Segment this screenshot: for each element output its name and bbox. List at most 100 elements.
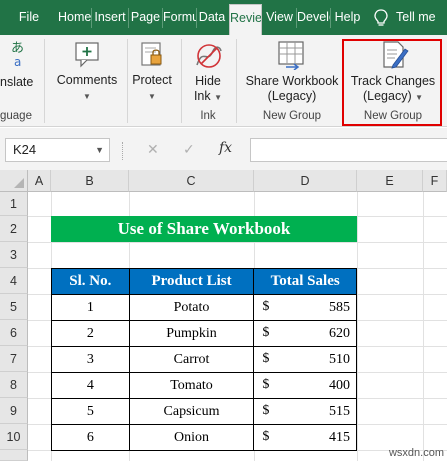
tab-page-layout[interactable]: Page xyxy=(129,0,162,35)
enter-icon[interactable]: ✓ xyxy=(183,141,195,158)
data-table: Sl. No. Product List Total Sales 1 Potat… xyxy=(51,268,357,451)
group-divider xyxy=(44,39,45,123)
cell-sl-no[interactable]: 2 xyxy=(51,320,130,347)
row-header-9[interactable]: 9 xyxy=(0,398,28,424)
currency-symbol: $ xyxy=(262,377,270,392)
formula-input[interactable] xyxy=(250,138,447,162)
tab-help[interactable]: Help xyxy=(331,0,364,35)
cell-sl-no[interactable]: 5 xyxy=(51,398,130,425)
cell-total-sales[interactable]: $585 xyxy=(253,294,357,321)
sheet-title-cell[interactable]: Use of Share Workbook xyxy=(51,216,357,242)
cell-total-sales[interactable]: $510 xyxy=(253,346,357,373)
sales-value: 585 xyxy=(329,299,350,315)
comments-label: Comments xyxy=(56,73,118,87)
row-header-2[interactable]: 2 xyxy=(0,216,28,242)
hide-ink-label-2: Ink xyxy=(193,89,211,103)
currency-symbol: $ xyxy=(262,429,270,444)
protect-icon xyxy=(141,42,162,66)
row-header-11[interactable] xyxy=(0,450,28,461)
cell-product[interactable]: Tomato xyxy=(128,372,255,399)
cell-sl-no[interactable]: 4 xyxy=(51,372,130,399)
cell-sl-no[interactable]: 6 xyxy=(51,424,130,451)
tab-insert[interactable]: Insert xyxy=(92,0,128,35)
table-row: 6 Onion $415 xyxy=(51,424,357,451)
sales-value: 515 xyxy=(329,403,350,419)
lightbulb-icon[interactable] xyxy=(374,9,388,27)
column-header-f[interactable]: F xyxy=(423,170,447,192)
watermark: wsxdn.com xyxy=(388,447,444,459)
column-header-a[interactable]: A xyxy=(28,170,51,192)
protect-button[interactable]: Protect ▼ xyxy=(128,73,176,104)
gridline xyxy=(357,192,358,461)
gridline xyxy=(423,192,424,461)
cell-total-sales[interactable]: $620 xyxy=(253,320,357,347)
row-header-1[interactable]: 1 xyxy=(0,192,28,216)
formula-bar: K24 ▼ ✕ ✓ fx xyxy=(0,128,447,170)
cell-product[interactable]: Carrot xyxy=(128,346,255,373)
comment-icon xyxy=(75,42,99,68)
row-header-6[interactable]: 6 xyxy=(0,320,28,346)
cell-product[interactable]: Capsicum xyxy=(128,398,255,425)
select-all-button[interactable] xyxy=(0,170,28,192)
column-header-b[interactable]: B xyxy=(51,170,129,192)
hide-ink-button[interactable]: Hide Ink ▼ xyxy=(186,74,230,105)
cell-total-sales[interactable]: $400 xyxy=(253,372,357,399)
share-workbook-label-2: (Legacy) xyxy=(267,89,317,103)
comments-button[interactable]: Comments ▼ xyxy=(50,73,124,104)
sales-value: 400 xyxy=(329,377,350,393)
tab-file[interactable]: File xyxy=(0,0,58,35)
cancel-icon[interactable]: ✕ xyxy=(147,141,159,158)
currency-symbol: $ xyxy=(262,351,270,366)
tab-formulas[interactable]: Formulas xyxy=(163,0,196,35)
protect-label: Protect xyxy=(132,73,172,87)
cell-product[interactable]: Pumpkin xyxy=(128,320,255,347)
cell-total-sales[interactable]: $515 xyxy=(253,398,357,425)
cell-product[interactable]: Onion xyxy=(128,424,255,451)
row-header-3[interactable]: 3 xyxy=(0,242,28,268)
row-header-10[interactable]: 10 xyxy=(0,424,28,450)
cell-sl-no[interactable]: 1 xyxy=(51,294,130,321)
currency-symbol: $ xyxy=(262,403,270,418)
row-header-7[interactable]: 7 xyxy=(0,346,28,372)
tab-review[interactable]: Review xyxy=(229,4,262,35)
svg-text:a: a xyxy=(14,55,21,69)
insert-function-button[interactable]: fx xyxy=(219,140,232,156)
column-header-d[interactable]: D xyxy=(254,170,357,192)
tell-me-search[interactable]: Tell me xyxy=(396,0,447,35)
translate-icon: あ a xyxy=(11,41,24,69)
new-group-label: New Group xyxy=(262,110,322,122)
chevron-down-icon: ▼ xyxy=(83,92,91,101)
formula-bar-grip[interactable] xyxy=(122,142,124,160)
cell-product[interactable]: Potato xyxy=(128,294,255,321)
ink-group-label: Ink xyxy=(200,110,216,122)
cell-total-sales[interactable]: $415 xyxy=(253,424,357,451)
highlight-box xyxy=(342,39,442,126)
table-row: 2 Pumpkin $620 xyxy=(51,320,357,347)
translate-button[interactable]: nslate xyxy=(0,75,42,90)
hide-ink-icon xyxy=(196,44,222,68)
chevron-down-icon: ▼ xyxy=(148,92,156,101)
header-total-sales[interactable]: Total Sales xyxy=(253,268,357,295)
tab-developer[interactable]: Developer xyxy=(297,0,330,35)
tab-home[interactable]: Home xyxy=(58,0,91,35)
worksheet-grid: A B C D E F 1 2 3 4 5 6 7 8 9 10 Use of … xyxy=(0,170,447,461)
column-header-c[interactable]: C xyxy=(129,170,254,192)
table-row: 4 Tomato $400 xyxy=(51,372,357,399)
share-workbook-legacy-button[interactable]: Share Workbook (Legacy) xyxy=(242,74,342,104)
header-sl-no[interactable]: Sl. No. xyxy=(51,268,130,295)
row-header-8[interactable]: 8 xyxy=(0,372,28,398)
sales-value: 415 xyxy=(329,429,350,445)
row-header-4[interactable]: 4 xyxy=(0,268,28,294)
currency-symbol: $ xyxy=(262,325,270,340)
column-header-e[interactable]: E xyxy=(357,170,423,192)
hide-ink-label: Hide xyxy=(195,74,221,88)
row-header-5[interactable]: 5 xyxy=(0,294,28,320)
select-all-icon xyxy=(14,178,24,188)
tab-data[interactable]: Data xyxy=(197,0,227,35)
tab-view[interactable]: View xyxy=(264,0,295,35)
cell-sl-no[interactable]: 3 xyxy=(51,346,130,373)
name-box[interactable]: K24 ▼ xyxy=(5,138,110,162)
header-product-list[interactable]: Product List xyxy=(128,268,255,295)
table-header-row: Sl. No. Product List Total Sales xyxy=(51,268,357,295)
chevron-down-icon[interactable]: ▼ xyxy=(95,139,104,161)
